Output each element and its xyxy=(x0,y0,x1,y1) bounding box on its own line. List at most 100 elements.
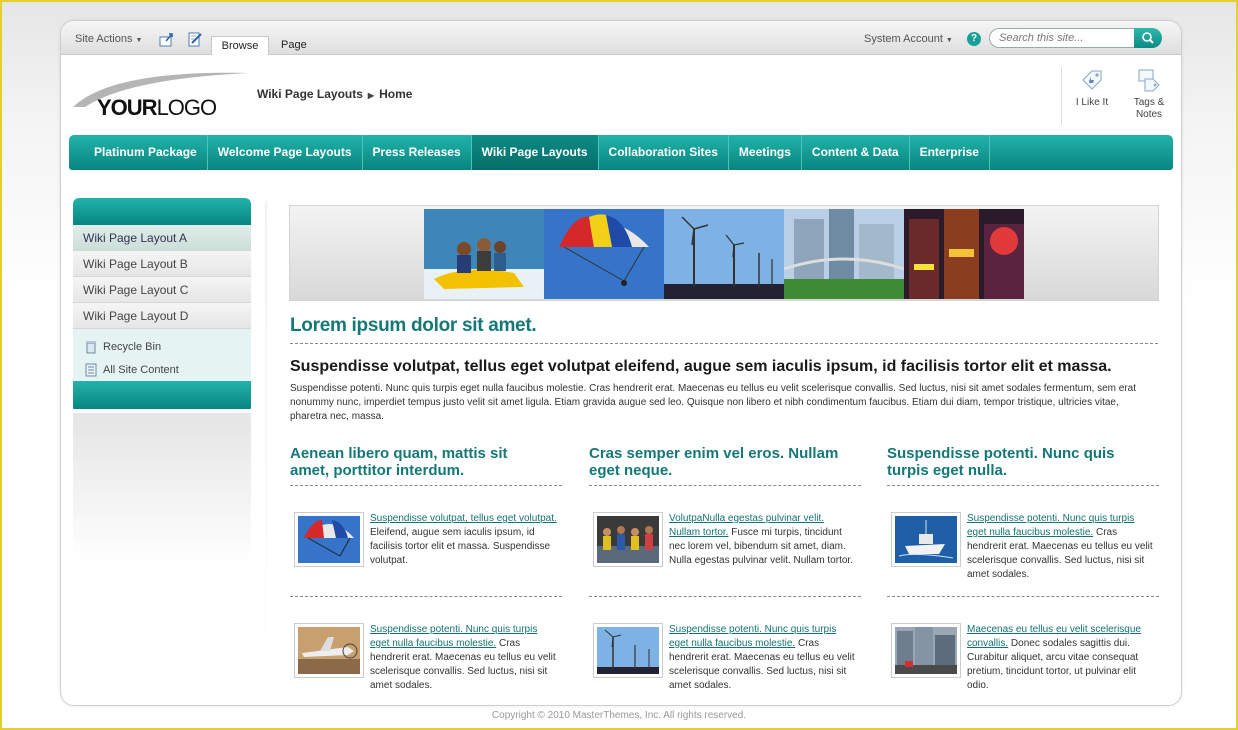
list-item: VolutpaNulla egestas pulvinar velit. Nul… xyxy=(589,512,854,582)
jetski-photo xyxy=(424,209,544,299)
nav-item-meetings[interactable]: Meetings xyxy=(729,135,802,170)
item-thumbnail[interactable] xyxy=(593,512,663,567)
tab-browse[interactable]: Browse xyxy=(211,36,269,55)
i-like-it-label: I Like It xyxy=(1075,97,1109,108)
navigate-up-icon[interactable] xyxy=(159,31,175,47)
page-frame: Site Actions ▼ Browse Page System Account… xyxy=(60,20,1182,706)
all-site-content-label: All Site Content xyxy=(103,363,179,376)
intro-paragraph: Suspendisse potenti. Nunc quis turpis eg… xyxy=(290,383,1136,422)
nav-item-welcome-page-layouts[interactable]: Welcome Page Layouts xyxy=(208,135,363,170)
parasail-thumbnail-image xyxy=(298,516,360,563)
divider xyxy=(887,485,1159,486)
divider xyxy=(290,596,562,597)
item-link[interactable]: Suspendisse volutpat, tellus eget volutp… xyxy=(370,513,557,524)
wind-turbines-photo xyxy=(664,209,784,299)
sidebar-item-wiki-page-layout-d[interactable]: Wiki Page Layout D xyxy=(73,303,251,329)
thumbs-up-tag-icon xyxy=(1082,70,1102,90)
recycle-bin-link[interactable]: Recycle Bin xyxy=(85,335,251,358)
divider xyxy=(589,485,861,486)
breadcrumb-item: Home xyxy=(379,87,413,101)
top-navigation: Platinum Package Welcome Page Layouts Pr… xyxy=(69,135,1173,170)
system-account-menu[interactable]: System Account ▼ xyxy=(864,33,953,45)
recycle-bin-label: Recycle Bin xyxy=(103,340,162,353)
nav-item-press-releases[interactable]: Press Releases xyxy=(363,135,472,170)
sidebar-footer xyxy=(73,381,251,409)
nav-item-collaboration-sites[interactable]: Collaboration Sites xyxy=(599,135,729,170)
parasail-photo xyxy=(544,209,664,299)
footer-copyright: Copyright © 2010 MasterThemes, Inc. All … xyxy=(491,710,747,721)
column-title: Aenean libero quam, mattis sit amet, por… xyxy=(290,445,508,479)
airplane-thumbnail-image xyxy=(298,627,360,674)
chevron-down-icon: ▼ xyxy=(945,37,953,44)
item-text: Suspendisse potenti. Nunc quis turpis eg… xyxy=(967,512,1155,582)
divider xyxy=(290,343,1158,344)
item-text: VolutpaNulla egestas pulvinar velit. Nul… xyxy=(669,512,857,568)
page-title: Lorem ipsum dolor sit amet. xyxy=(290,315,537,336)
site-actions-menu[interactable]: Site Actions ▼ xyxy=(75,33,142,45)
crowd-thumbnail-image xyxy=(597,516,659,563)
subheading: Suspendisse volutpat, tellus eget volutp… xyxy=(290,358,1112,375)
item-thumbnail[interactable] xyxy=(891,512,961,567)
column-title: Cras semper enim vel eros. Nullam eget n… xyxy=(589,445,839,479)
sidebar-item-wiki-page-layout-b[interactable]: Wiki Page Layout B xyxy=(73,251,251,277)
nav-item-content-data[interactable]: Content & Data xyxy=(802,135,910,170)
tags-notes-button[interactable]: Tags & Notes xyxy=(1124,67,1174,121)
site-logo[interactable]: YOURLOGO xyxy=(97,95,218,121)
notes-label: Notes xyxy=(1135,109,1163,120)
search-button[interactable] xyxy=(1134,28,1162,48)
item-text: Maecenas eu tellus eu velit scelerisque … xyxy=(967,623,1155,693)
divider xyxy=(1061,67,1062,125)
city-park-photo xyxy=(784,209,904,299)
recycle-bin-icon xyxy=(86,340,96,353)
account-label: System Account xyxy=(864,33,943,45)
breadcrumb-item[interactable]: Wiki Page Layouts xyxy=(257,87,363,101)
chevron-down-icon: ▼ xyxy=(135,37,143,44)
sidebar-links: Recycle Bin All Site Content xyxy=(73,329,251,381)
help-icon[interactable]: ? xyxy=(967,32,981,46)
item-text: Suspendisse potenti. Nunc quis turpis eg… xyxy=(370,623,558,693)
search-input[interactable]: Search this site... xyxy=(989,28,1135,48)
theater-district-photo xyxy=(904,209,1024,299)
sidebar-item-wiki-page-layout-a[interactable]: Wiki Page Layout A xyxy=(73,225,251,251)
boat-thumbnail-image xyxy=(895,516,957,563)
divider xyxy=(887,596,1159,597)
tags-label: Tags & xyxy=(1133,97,1165,108)
all-site-content-link[interactable]: All Site Content xyxy=(85,358,251,381)
sidebar-header xyxy=(73,198,251,225)
logo-bold: YOUR xyxy=(97,95,158,120)
i-like-it-button[interactable]: I Like It xyxy=(1070,67,1114,109)
tags-notes-icon xyxy=(1138,69,1160,92)
site-content-icon xyxy=(85,363,97,376)
item-text: Suspendisse potenti. Nunc quis turpis eg… xyxy=(669,623,857,693)
search-icon xyxy=(1142,32,1154,44)
list-item: Suspendisse potenti. Nunc quis turpis eg… xyxy=(290,623,558,693)
divider xyxy=(265,201,267,701)
nav-item-wiki-page-layouts[interactable]: Wiki Page Layouts xyxy=(471,135,599,170)
banner xyxy=(289,205,1159,301)
edit-page-icon[interactable] xyxy=(187,31,203,47)
banner-images xyxy=(424,209,1024,299)
item-thumbnail[interactable] xyxy=(891,623,961,678)
item-thumbnail[interactable] xyxy=(294,512,364,567)
item-thumbnail[interactable] xyxy=(294,623,364,678)
divider xyxy=(589,596,861,597)
sidebar-item-wiki-page-layout-c[interactable]: Wiki Page Layout C xyxy=(73,277,251,303)
site-actions-label: Site Actions xyxy=(75,33,133,45)
sidebar: Wiki Page Layout A Wiki Page Layout B Wi… xyxy=(73,198,251,413)
nav-item-platinum-package[interactable]: Platinum Package xyxy=(69,135,208,170)
nav-item-enterprise[interactable]: Enterprise xyxy=(910,135,990,170)
breadcrumb-arrow-icon: ▶ xyxy=(367,91,375,100)
tab-page[interactable]: Page xyxy=(281,39,307,51)
list-item: Suspendisse volutpat, tellus eget volutp… xyxy=(290,512,557,582)
divider xyxy=(290,485,562,486)
item-thumbnail[interactable] xyxy=(593,623,663,678)
sidebar-shadow xyxy=(73,413,251,563)
item-description: Eleifend, augue sem iaculis ipsum, id fa… xyxy=(370,527,551,566)
logo-rest: LOGO xyxy=(156,95,218,120)
city-street-thumbnail-image xyxy=(895,627,957,674)
breadcrumb: Wiki Page Layouts ▶ Home xyxy=(257,87,412,101)
list-item: Suspendisse potenti. Nunc quis turpis eg… xyxy=(887,512,1155,582)
ribbon: Site Actions ▼ Browse Page System Account… xyxy=(61,21,1181,55)
column-title: Suspendisse potenti. Nunc quis turpis eg… xyxy=(887,445,1115,479)
wind-turbines-thumbnail-image xyxy=(597,627,659,674)
